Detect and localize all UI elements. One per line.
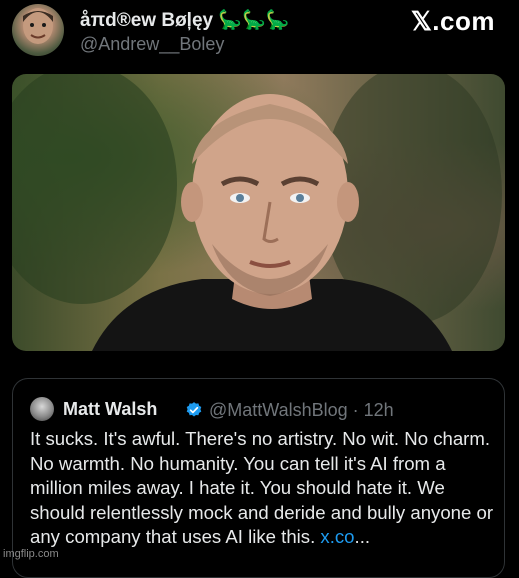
- portrait-illustration: [12, 74, 502, 351]
- tweet-photo[interactable]: [12, 74, 505, 351]
- author-avatar[interactable]: [12, 4, 64, 56]
- avatar-face: [23, 8, 53, 44]
- author-handle[interactable]: @Andrew__Boley: [80, 34, 224, 55]
- quoted-link[interactable]: x.co: [320, 526, 354, 547]
- imgflip-watermark: imgflip.com: [3, 548, 59, 560]
- x-logo: 𝕏.com: [410, 6, 495, 36]
- truncation-ellipsis: ...: [354, 526, 371, 548]
- author-display-name[interactable]: åπd®ew Bøļęy 🦕🦕🦕: [80, 8, 289, 32]
- quoted-author-avatar[interactable]: [30, 397, 54, 421]
- quoted-tweet-text: It sucks. It's awful. There's no artistr…: [30, 427, 500, 550]
- quoted-body-text: It sucks. It's awful. There's no artistr…: [30, 428, 494, 548]
- quoted-handle-time[interactable]: @MattWalshBlog · 12h: [209, 400, 394, 421]
- quoted-tweet-card[interactable]: Matt Walsh @MattWalshBlog · 12h It sucks…: [12, 378, 505, 578]
- verified-badge-icon: [186, 402, 202, 417]
- quoted-author-name[interactable]: Matt Walsh: [63, 399, 157, 420]
